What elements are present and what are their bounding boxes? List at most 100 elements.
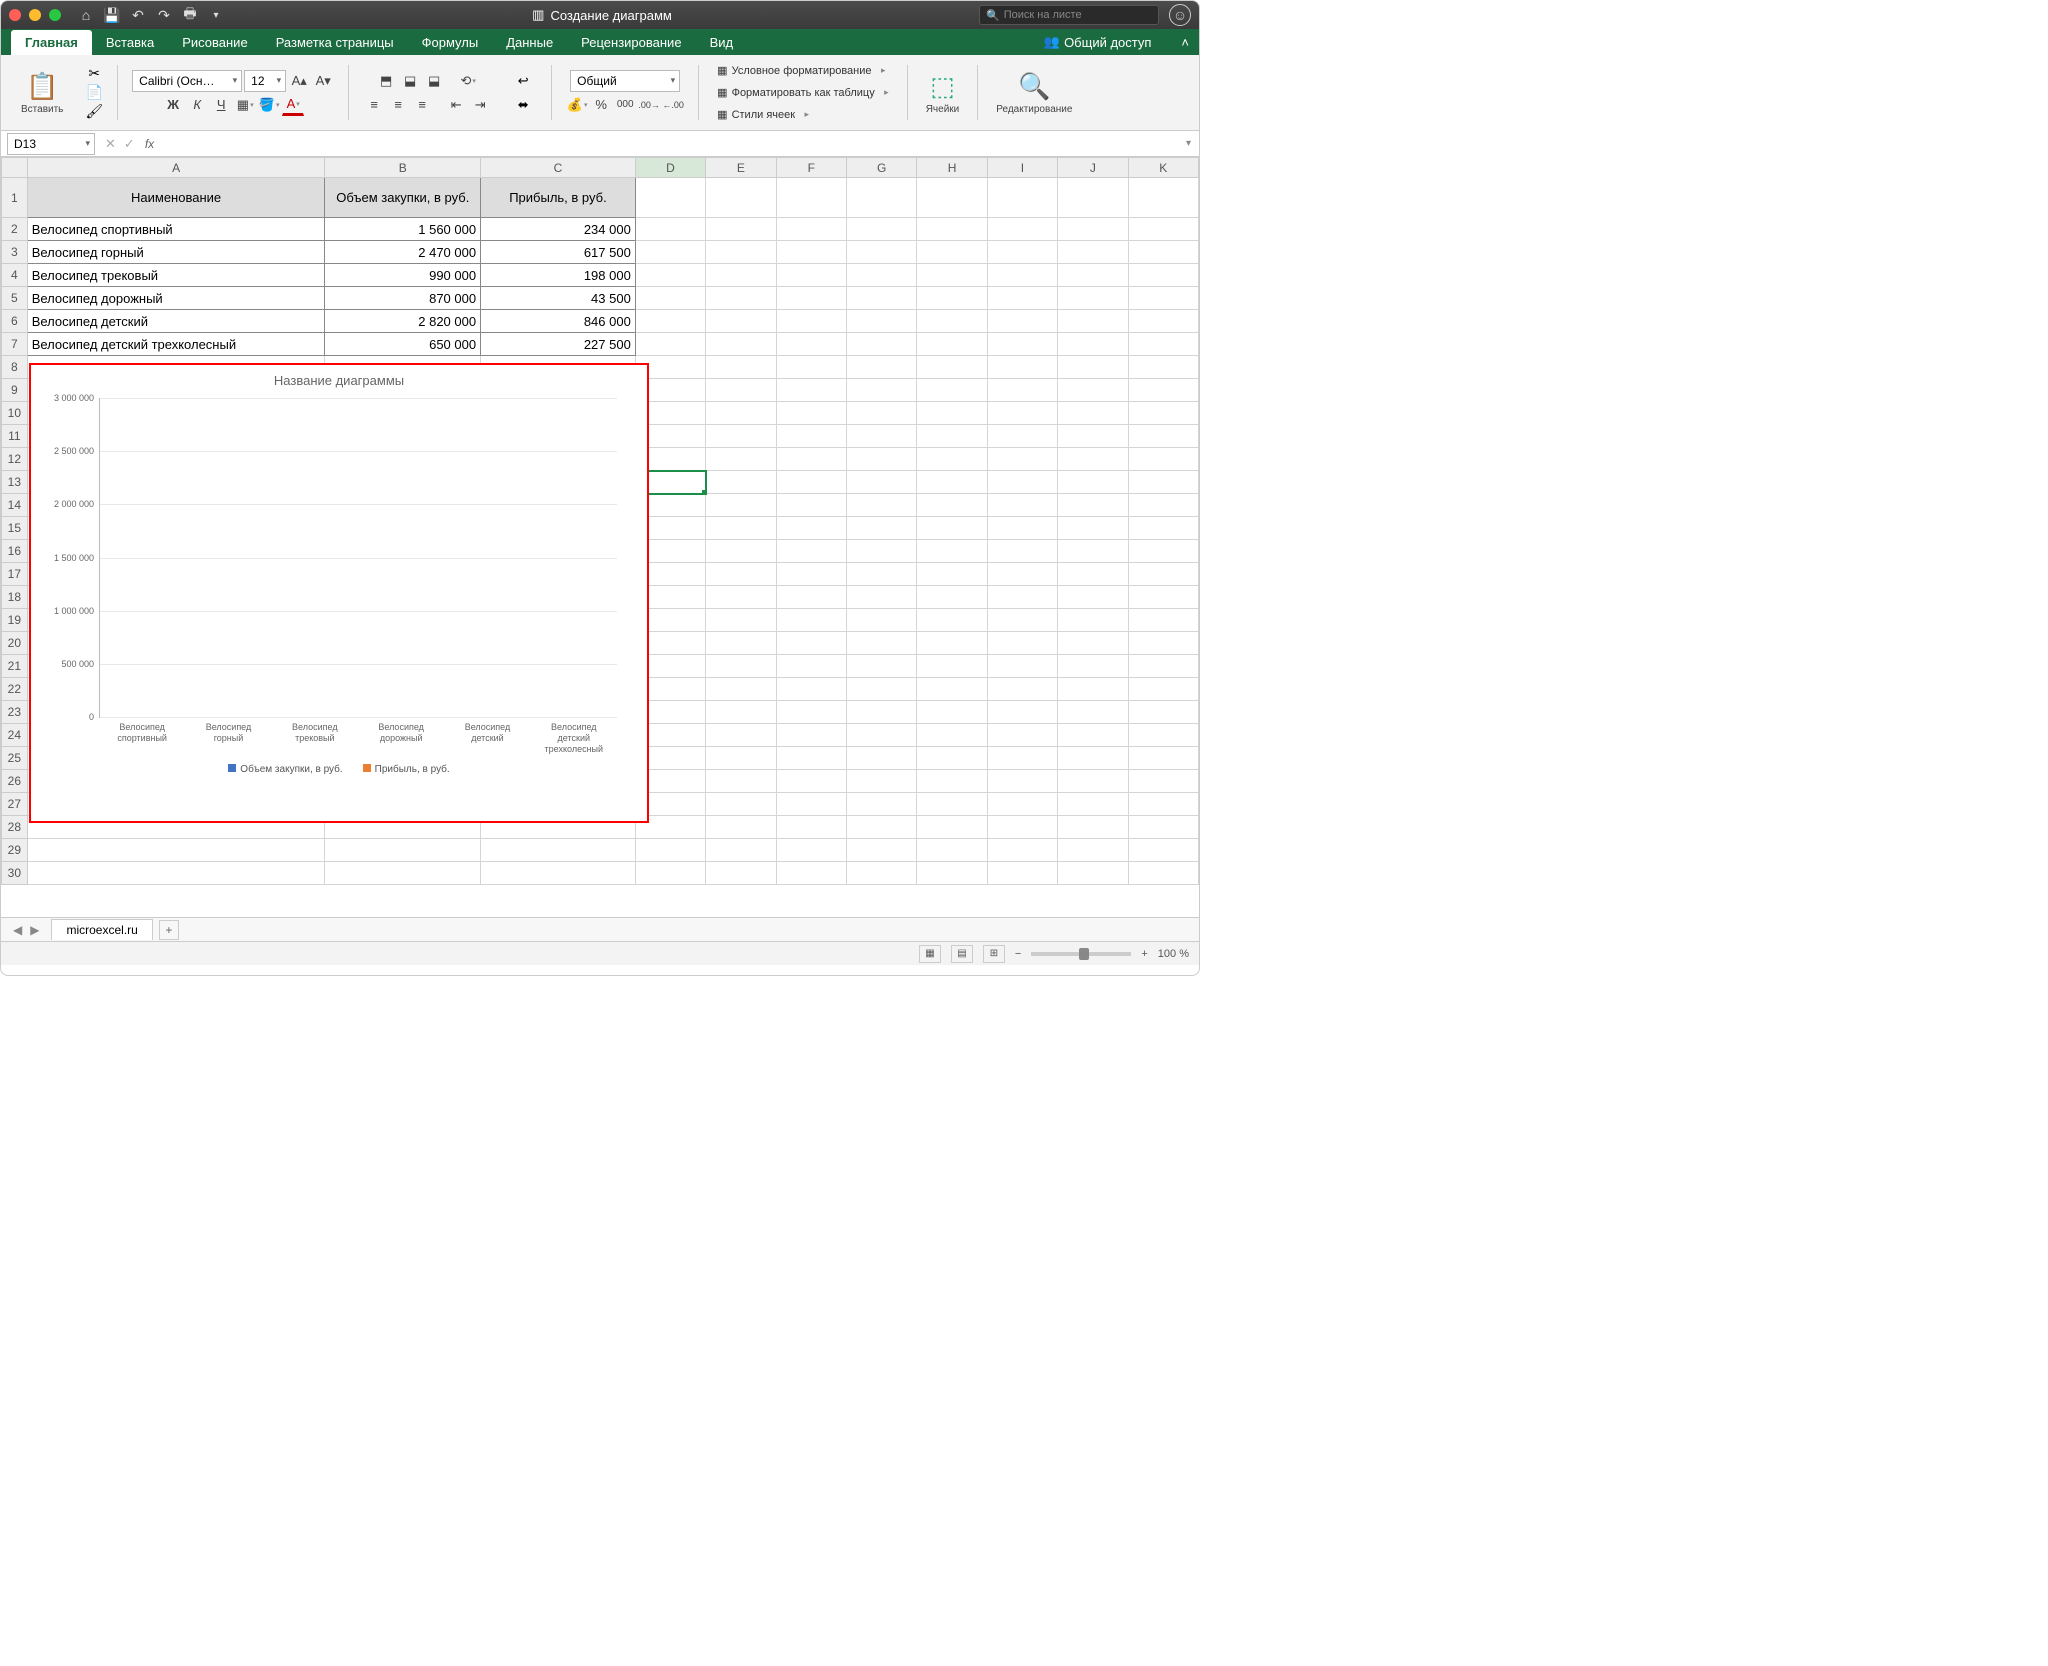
cell-F28[interactable] xyxy=(776,816,846,839)
cell-F18[interactable] xyxy=(776,586,846,609)
fill-color-button[interactable]: 🪣 xyxy=(258,94,280,116)
cell-F29[interactable] xyxy=(776,839,846,862)
cell-G25[interactable] xyxy=(846,747,916,770)
cell-E16[interactable] xyxy=(706,540,776,563)
increase-font-icon[interactable]: A▴ xyxy=(288,70,310,92)
merge-cells-icon[interactable]: ⬌ xyxy=(509,94,537,116)
cell-F22[interactable] xyxy=(776,678,846,701)
row-header-28[interactable]: 28 xyxy=(2,816,28,839)
cell-F10[interactable] xyxy=(776,402,846,425)
cell-J8[interactable] xyxy=(1058,356,1128,379)
cell-H4[interactable] xyxy=(917,264,987,287)
cell-D29[interactable] xyxy=(635,839,705,862)
cell-E6[interactable] xyxy=(706,310,776,333)
cell-F25[interactable] xyxy=(776,747,846,770)
cell-F1[interactable] xyxy=(776,178,846,218)
tab-вставка[interactable]: Вставка xyxy=(92,30,168,55)
cell-I4[interactable] xyxy=(987,264,1057,287)
cell-K14[interactable] xyxy=(1128,494,1199,517)
cell-F27[interactable] xyxy=(776,793,846,816)
cell-K12[interactable] xyxy=(1128,448,1199,471)
cell-E22[interactable] xyxy=(706,678,776,701)
home-icon[interactable]: ⌂ xyxy=(77,6,95,24)
cell-K30[interactable] xyxy=(1128,862,1199,885)
font-size-select[interactable]: 12 xyxy=(244,70,286,92)
row-header-11[interactable]: 11 xyxy=(2,425,28,448)
cell-B6[interactable]: 2 820 000 xyxy=(325,310,481,333)
align-center-icon[interactable]: ≡ xyxy=(387,94,409,116)
row-header-21[interactable]: 21 xyxy=(2,655,28,678)
cell-D5[interactable] xyxy=(635,287,705,310)
cell-J12[interactable] xyxy=(1058,448,1128,471)
cell-E12[interactable] xyxy=(706,448,776,471)
chart-object[interactable]: Название диаграммы 0500 0001 000 0001 50… xyxy=(29,363,649,823)
cell-H8[interactable] xyxy=(917,356,987,379)
cell-E15[interactable] xyxy=(706,517,776,540)
cell-F15[interactable] xyxy=(776,517,846,540)
user-icon[interactable]: ☺ xyxy=(1169,4,1191,26)
zoom-label[interactable]: 100 % xyxy=(1158,948,1189,960)
cell-E7[interactable] xyxy=(706,333,776,356)
cell-H12[interactable] xyxy=(917,448,987,471)
cell-H18[interactable] xyxy=(917,586,987,609)
row-header-9[interactable]: 9 xyxy=(2,379,28,402)
page-layout-view-icon[interactable]: ▤ xyxy=(951,945,973,963)
cell-E24[interactable] xyxy=(706,724,776,747)
sheet-next-icon[interactable]: ▶ xyxy=(30,923,39,937)
editing-button[interactable]: 🔍 Редактирование xyxy=(992,69,1076,117)
row-header-19[interactable]: 19 xyxy=(2,609,28,632)
cell-F5[interactable] xyxy=(776,287,846,310)
decrease-decimal-icon[interactable]: ←.00 xyxy=(662,94,684,116)
print-icon[interactable]: 🖶 xyxy=(181,6,199,24)
add-sheet-button[interactable]: + xyxy=(159,920,179,940)
cell-E1[interactable] xyxy=(706,178,776,218)
save-icon[interactable]: 💾 xyxy=(103,6,121,24)
cell-E19[interactable] xyxy=(706,609,776,632)
cell-C4[interactable]: 198 000 xyxy=(481,264,636,287)
cell-H5[interactable] xyxy=(917,287,987,310)
cell-E28[interactable] xyxy=(706,816,776,839)
cell-H23[interactable] xyxy=(917,701,987,724)
formula-collapse-icon[interactable]: ▾ xyxy=(1186,138,1191,149)
cell-H6[interactable] xyxy=(917,310,987,333)
cell-F20[interactable] xyxy=(776,632,846,655)
cell-D4[interactable] xyxy=(635,264,705,287)
row-header-10[interactable]: 10 xyxy=(2,402,28,425)
cell-E2[interactable] xyxy=(706,218,776,241)
row-header-8[interactable]: 8 xyxy=(2,356,28,379)
cell-C6[interactable]: 846 000 xyxy=(481,310,636,333)
cell-I20[interactable] xyxy=(987,632,1057,655)
cell-H13[interactable] xyxy=(917,471,987,494)
cell-I6[interactable] xyxy=(987,310,1057,333)
cell-B3[interactable]: 2 470 000 xyxy=(325,241,481,264)
cell-F30[interactable] xyxy=(776,862,846,885)
cell-E8[interactable] xyxy=(706,356,776,379)
cell-J19[interactable] xyxy=(1058,609,1128,632)
col-header-H[interactable]: H xyxy=(917,158,987,178)
cell-H21[interactable] xyxy=(917,655,987,678)
cell-H16[interactable] xyxy=(917,540,987,563)
cell-K7[interactable] xyxy=(1128,333,1199,356)
cell-E14[interactable] xyxy=(706,494,776,517)
cells-button[interactable]: ⬚ Ячейки xyxy=(922,69,964,117)
cell-E13[interactable] xyxy=(706,471,776,494)
cell-G26[interactable] xyxy=(846,770,916,793)
cell-I3[interactable] xyxy=(987,241,1057,264)
cell-styles-button[interactable]: ▦ Стили ячеек xyxy=(713,105,813,125)
cell-G2[interactable] xyxy=(846,218,916,241)
cell-B29[interactable] xyxy=(325,839,481,862)
row-header-3[interactable]: 3 xyxy=(2,241,28,264)
cell-G23[interactable] xyxy=(846,701,916,724)
cell-J30[interactable] xyxy=(1058,862,1128,885)
cell-K11[interactable] xyxy=(1128,425,1199,448)
cell-K25[interactable] xyxy=(1128,747,1199,770)
cell-G17[interactable] xyxy=(846,563,916,586)
chart-title[interactable]: Название диаграммы xyxy=(31,373,647,388)
row-header-27[interactable]: 27 xyxy=(2,793,28,816)
cell-G13[interactable] xyxy=(846,471,916,494)
maximize-window-button[interactable] xyxy=(49,9,61,21)
cell-I30[interactable] xyxy=(987,862,1057,885)
format-as-table-button[interactable]: ▦ Форматировать как таблицу xyxy=(713,83,893,103)
cell-K15[interactable] xyxy=(1128,517,1199,540)
cell-K21[interactable] xyxy=(1128,655,1199,678)
